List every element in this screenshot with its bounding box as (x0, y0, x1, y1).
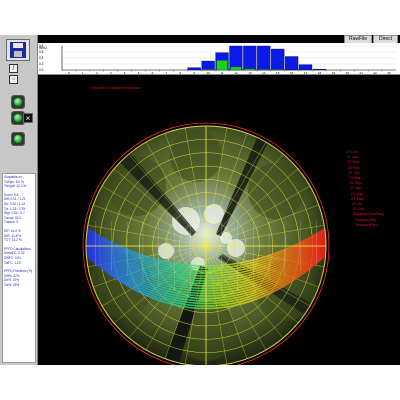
histogram-bar-above (201, 60, 215, 71)
app-window: / ▫ × Sunpaths on TriSpin: 8.0 % TriLight:… (0, 35, 400, 365)
foliage-patch (248, 163, 304, 219)
histogram-bar-above (271, 48, 285, 71)
stat-line: PPFD Fractions (%) (4, 269, 33, 274)
histogram-y-tick: 0.8 (39, 44, 44, 48)
eraser-tool-icon[interactable]: ▫ (9, 75, 18, 84)
histogram-y-tick: 0.2 (39, 62, 44, 66)
canopy-toggle-button[interactable] (11, 132, 25, 146)
chart-title: 26 September 2003 Direct Radiation over … (40, 36, 195, 42)
histogram-bar-above (229, 45, 243, 71)
histogram-bar-above (257, 45, 271, 71)
histogram-bar-under (272, 69, 284, 71)
histogram-bar-under (244, 68, 256, 71)
histogram-bar-above (285, 56, 299, 71)
save-button[interactable] (6, 39, 30, 61)
histogram-bar-under (258, 69, 270, 71)
histogram-bar-above (243, 45, 257, 71)
close-icon[interactable]: × (23, 113, 33, 123)
sun-toggle-button[interactable] (11, 95, 25, 109)
histogram-y-tick: 0.4 (39, 56, 44, 60)
sky-icon (14, 114, 22, 122)
histogram-bar-above (312, 68, 327, 71)
plot-status-title: Sunpath ID Weatherstations (90, 85, 140, 90)
canopy-icon (14, 135, 22, 143)
histogram-y-tick: 0.6 (39, 50, 44, 54)
left-toolbar: / ▫ × Sunpaths on TriSpin: 8.0 % TriLight:… (0, 35, 38, 365)
histogram-bar-above (298, 64, 313, 71)
histogram-bar-above (187, 67, 201, 71)
sunpath-labels: 21 Dec 21 Jan 21 Nov 21 Feb 21 Oct 21 Mar 21 … (346, 150, 400, 228)
pencil-tool-icon[interactable]: / (9, 64, 18, 73)
sunpath-label: Solstice(Dec) (355, 222, 379, 227)
histogram-svg: Wm20.80.60.40.20.00 1 2 3 4 5 6 7 8 9 10 11 12 13 14 15… (39, 44, 396, 75)
sun-icon (14, 98, 22, 106)
hemispherical-plot[interactable]: Sunpath ID Weatherstations 21 Dec 21 Jan… (38, 75, 400, 365)
stat-line: Tot%: 29% (4, 282, 20, 287)
histogram-y-tick: 0.0 (39, 68, 44, 72)
radiation-histogram: Wm2 0.8 0.6 0.4 0.2 0.0 0 1 2 3 4 5 6 7 8 9 10 11 12 13 14 15… (38, 43, 400, 75)
histogram-bar-under (230, 66, 242, 71)
floppy-disk-icon (10, 42, 26, 58)
statistics-panel: Sunpaths on TriSpin: 8.0 % TriLight: 12.0 … (2, 173, 36, 363)
histogram-bar-under (216, 60, 228, 71)
foliage-patch (170, 130, 222, 182)
histogram-bar-under (202, 69, 214, 71)
